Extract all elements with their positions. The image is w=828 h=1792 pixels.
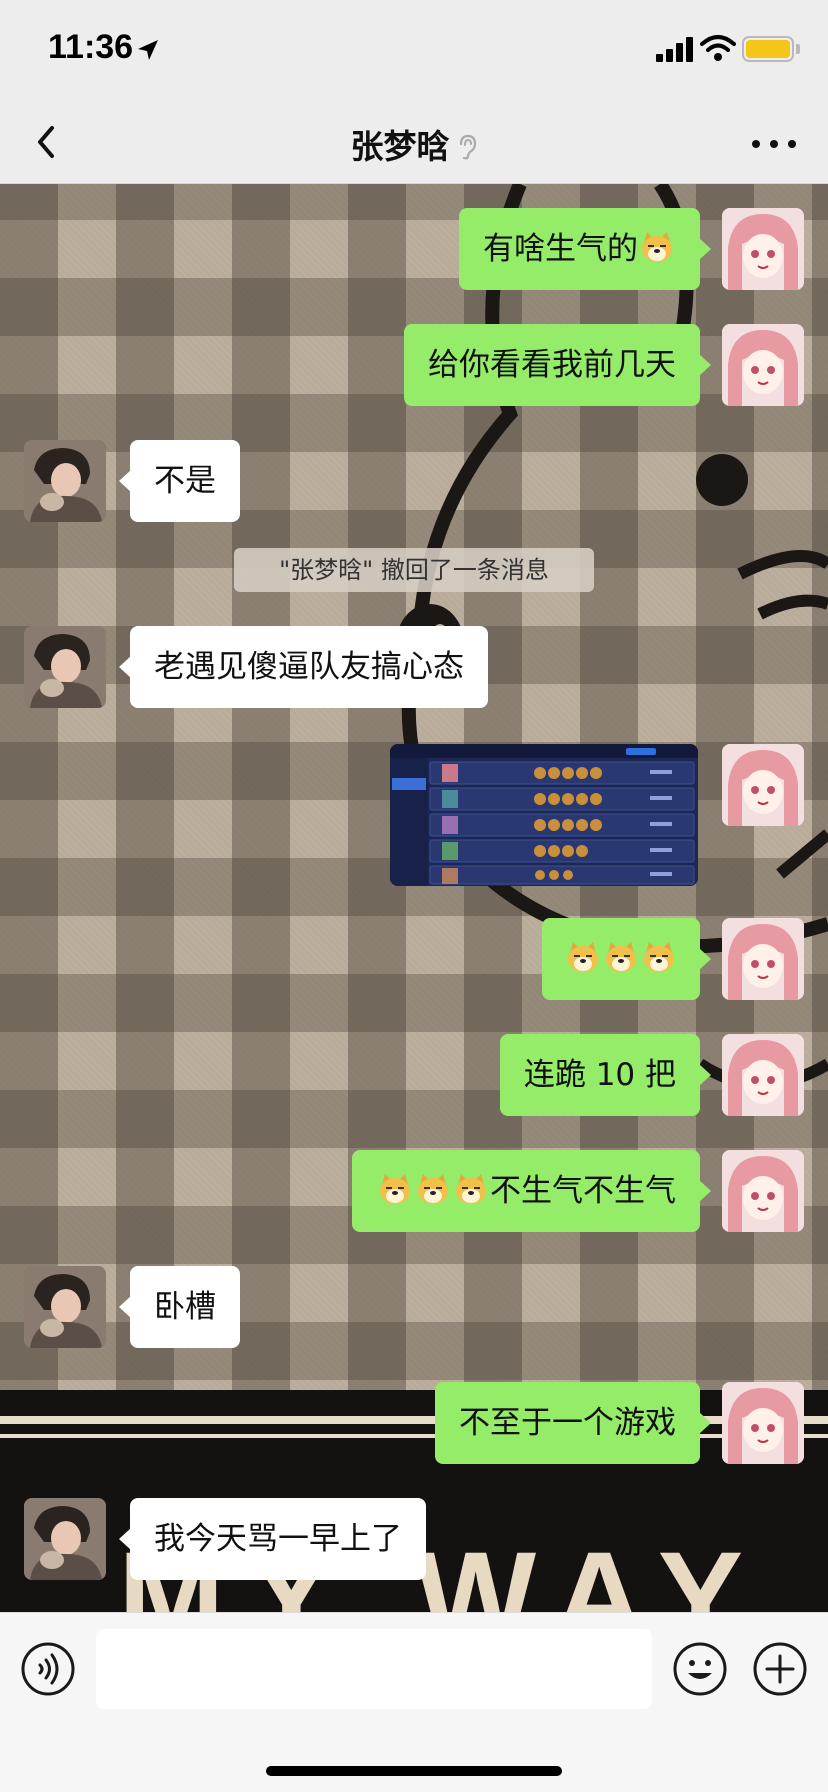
message-text: 不至于一个游戏 [459,1405,676,1441]
message-text: 我今天骂一早上了 [154,1521,402,1557]
message-bubble[interactable]: 不至于一个游戏 [435,1382,711,1464]
chat-message-list[interactable]: MY WAY 有啥生气的 给你看看我前几天 不是 "张梦晗" 撤回了一条消息 老… [0,184,828,1612]
more-options-button[interactable] [746,124,802,164]
battery-icon [742,36,794,62]
recall-notice: "张梦晗" 撤回了一条消息 [234,548,594,592]
message-bubble[interactable]: 给你看看我前几天 [404,324,711,406]
emoji-button[interactable] [672,1641,728,1697]
contact-avatar[interactable] [24,440,106,522]
message-text: 不是 [154,463,216,499]
message-bubble[interactable]: 我今天骂一早上了 [119,1498,426,1580]
contact-avatar[interactable] [24,1498,106,1580]
battery-tip [796,44,800,54]
doge-emoji-icon [603,939,639,975]
message-text: 有啥生气的 [483,231,638,267]
doge-emoji-icon [639,229,675,265]
message-text: 给你看看我前几天 [428,347,676,383]
message-text: 连跪 10 把 [523,1057,676,1093]
my-avatar[interactable] [722,1382,804,1464]
doge-emoji-icon [453,1171,489,1207]
contact-avatar[interactable] [24,1266,106,1348]
message-text: 老遇见傻逼队友搞心态 [154,649,464,685]
message-input[interactable] [96,1629,652,1709]
my-avatar[interactable] [722,744,804,826]
home-indicator[interactable] [266,1766,562,1776]
message-bubble[interactable]: 卧槽 [119,1266,240,1348]
doge-emoji-icon [641,939,677,975]
message-bubble[interactable]: 老遇见傻逼队友搞心态 [119,626,488,708]
plus-button[interactable] [752,1641,808,1697]
message-bubble[interactable]: 有啥生气的 [459,208,711,290]
my-avatar[interactable] [722,1034,804,1116]
input-bar [0,1612,828,1792]
message-bubble[interactable]: 不是 [119,440,240,522]
contact-avatar[interactable] [24,626,106,708]
my-avatar[interactable] [722,1150,804,1232]
chat-header: 张梦晗 [0,100,828,184]
location-arrow-icon [138,40,158,60]
image-message-game-record[interactable] [390,744,698,886]
wifi-icon [700,35,736,61]
cellular-signal-icon [656,37,693,62]
my-avatar[interactable] [722,324,804,406]
contact-name: 张梦晗 [350,127,450,166]
status-bar: 11:36 [0,0,828,100]
doge-emoji-icon [565,939,601,975]
message-bubble[interactable]: 连跪 10 把 [499,1034,712,1116]
doge-emoji-icon [415,1171,451,1207]
my-avatar[interactable] [722,918,804,1000]
message-bubble[interactable] [542,918,711,1000]
message-text: 不生气不生气 [490,1173,676,1209]
doge-emoji-icon [377,1171,413,1207]
ear-icon [459,134,476,160]
message-text: 卧槽 [154,1289,216,1325]
chat-title: 张梦晗 [0,120,828,168]
status-time: 11:36 [48,28,134,66]
my-avatar[interactable] [722,208,804,290]
wallpaper-stripe [0,1434,828,1438]
message-bubble[interactable]: 不生气不生气 [352,1150,711,1232]
voice-button[interactable] [20,1641,76,1697]
